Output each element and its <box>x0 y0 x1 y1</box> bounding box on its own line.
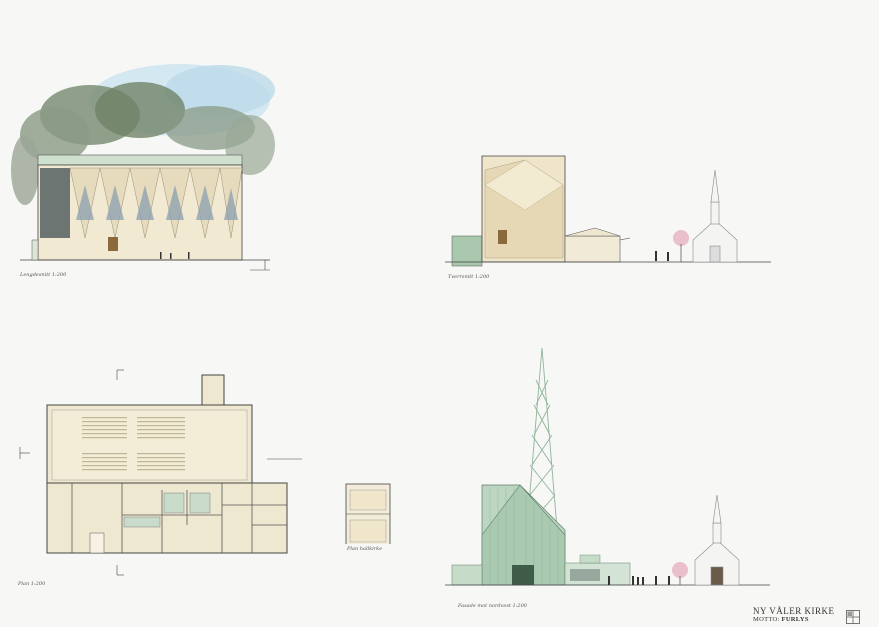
floor-plan-illustration <box>19 369 302 576</box>
long-section-drawing: Lengdesnitt 1:200 <box>10 60 275 278</box>
cross-section-drawing: Tverrsnitt 1:200 <box>445 150 775 280</box>
facade-illustration <box>445 347 770 586</box>
title-block: NY VÅLER KIRKE MOTTO: FURLYS <box>753 606 835 624</box>
floor-plan-caption: Plan 1:200 <box>18 581 46 587</box>
facade-drawing: Fasade mot nordvest 1:200 <box>440 345 775 610</box>
motto-value: FURLYS <box>781 616 809 623</box>
logo-icon <box>846 610 860 624</box>
cross-section-illustration <box>445 155 771 267</box>
gallery-plan-illustration <box>345 483 391 544</box>
floor-plan-drawing: Plan 1:200 <box>12 365 312 590</box>
motto-line: MOTTO: FURLYS <box>753 616 835 624</box>
gallery-plan-caption: Plan hallkirke <box>347 546 383 552</box>
facade-caption: Fasade mot nordvest 1:200 <box>458 603 527 609</box>
project-title: NY VÅLER KIRKE <box>753 606 835 616</box>
gallery-plan-drawing: Plan hallkirke <box>344 482 394 554</box>
cross-section-caption: Tverrsnitt 1:200 <box>448 274 490 280</box>
motto-label: MOTTO: <box>753 616 780 623</box>
long-section-caption: Lengdesnitt 1:200 <box>20 272 67 278</box>
long-section-illustration <box>11 64 275 271</box>
